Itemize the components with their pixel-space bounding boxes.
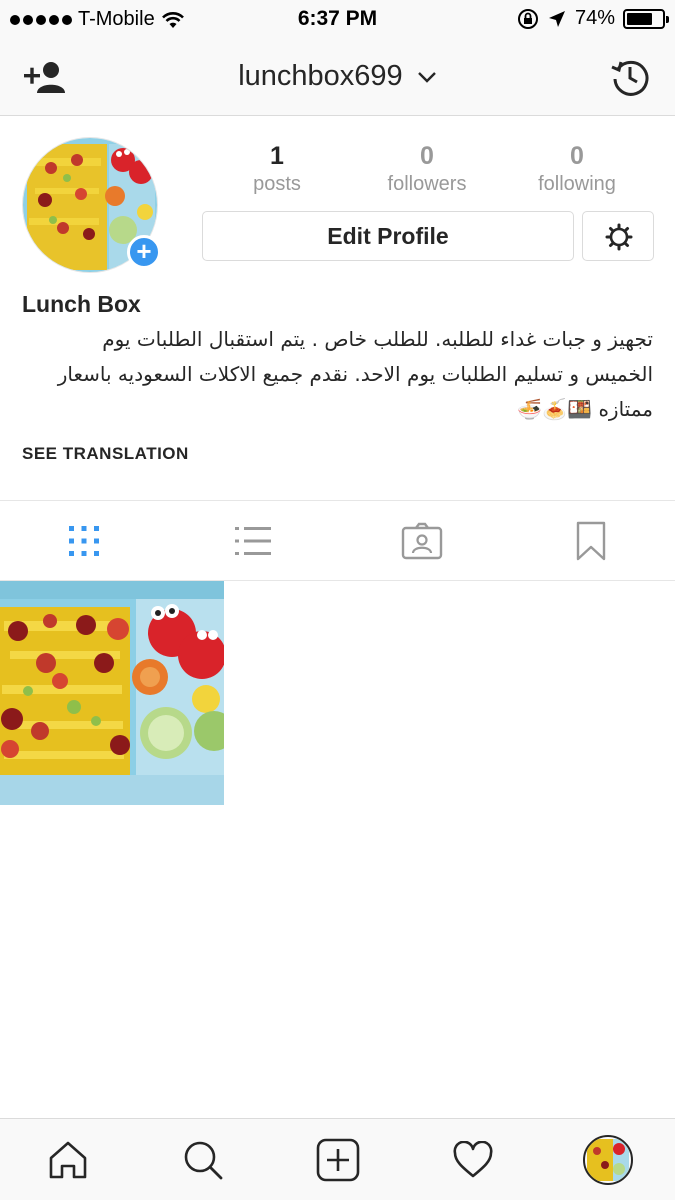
location-arrow-icon [548, 10, 565, 27]
bio-line-2: الخميس و تسليم الطلبات يوم الاحد. نقدم ج… [57, 362, 653, 386]
status-right: 74% [517, 7, 669, 30]
profile-bio: تجهيز و جبات غداء للطلبه. للطلب خاص . يت… [18, 322, 653, 427]
list-icon [235, 526, 272, 555]
profile-avatar-wrapper[interactable]: + [22, 137, 161, 273]
tab-saved[interactable] [506, 501, 675, 580]
battery-icon [623, 8, 669, 29]
saved-bookmark-icon [576, 521, 605, 560]
profile-header: lunchbox699 [0, 40, 675, 116]
posts-label: posts [253, 173, 301, 195]
posts-count: 1 [270, 142, 284, 170]
gear-icon [605, 223, 633, 251]
status-bar: T-Mobile 6:37 PM 74% [0, 0, 675, 40]
nav-new-post[interactable] [270, 1119, 405, 1200]
bio-line-3: ممتازه 🍱🍝🍜 [517, 397, 653, 421]
nav-profile[interactable] [540, 1119, 675, 1200]
grid-icon [69, 525, 100, 556]
lunchbox-post-image [0, 581, 224, 805]
new-post-icon [316, 1138, 359, 1181]
followers-count: 0 [420, 142, 434, 170]
profile-name: Lunch Box [22, 291, 141, 317]
activity-heart-icon [452, 1140, 493, 1177]
search-icon [184, 1141, 222, 1179]
followers-label: followers [387, 173, 467, 195]
stat-followers[interactable]: 0 followers [352, 140, 502, 196]
following-label: following [538, 173, 616, 195]
username-title: lunchbox699 [238, 60, 403, 92]
following-count: 0 [570, 142, 584, 170]
tagged-icon [401, 522, 443, 559]
post-thumbnail[interactable] [0, 581, 224, 805]
orientation-lock-icon [517, 8, 538, 29]
edit-profile-button[interactable]: Edit Profile [202, 211, 574, 261]
tab-tagged[interactable] [338, 501, 507, 580]
settings-button[interactable] [582, 211, 654, 261]
bio-line-1: تجهيز و جبات غداء للطلبه. للطلب خاص . يت… [102, 327, 653, 351]
username-switcher[interactable]: lunchbox699 [0, 60, 675, 93]
tab-grid[interactable] [0, 501, 169, 580]
bottom-tab-bar [0, 1118, 675, 1200]
battery-percent: 74% [574, 7, 615, 29]
tab-list[interactable] [169, 501, 338, 580]
history-icon[interactable] [610, 57, 650, 97]
home-icon [49, 1141, 86, 1178]
stat-following[interactable]: 0 following [502, 140, 652, 196]
profile-view-tabs [0, 500, 675, 581]
nav-search[interactable] [135, 1119, 270, 1200]
nav-activity[interactable] [405, 1119, 540, 1200]
see-translation-link[interactable]: SEE TRANSLATION [22, 444, 189, 464]
stat-posts[interactable]: 1 posts [202, 140, 352, 196]
chevron-down-icon [417, 72, 436, 84]
add-story-plus-icon[interactable]: + [127, 235, 161, 269]
nav-home[interactable] [0, 1119, 135, 1200]
profile-avatar-small [582, 1134, 633, 1185]
